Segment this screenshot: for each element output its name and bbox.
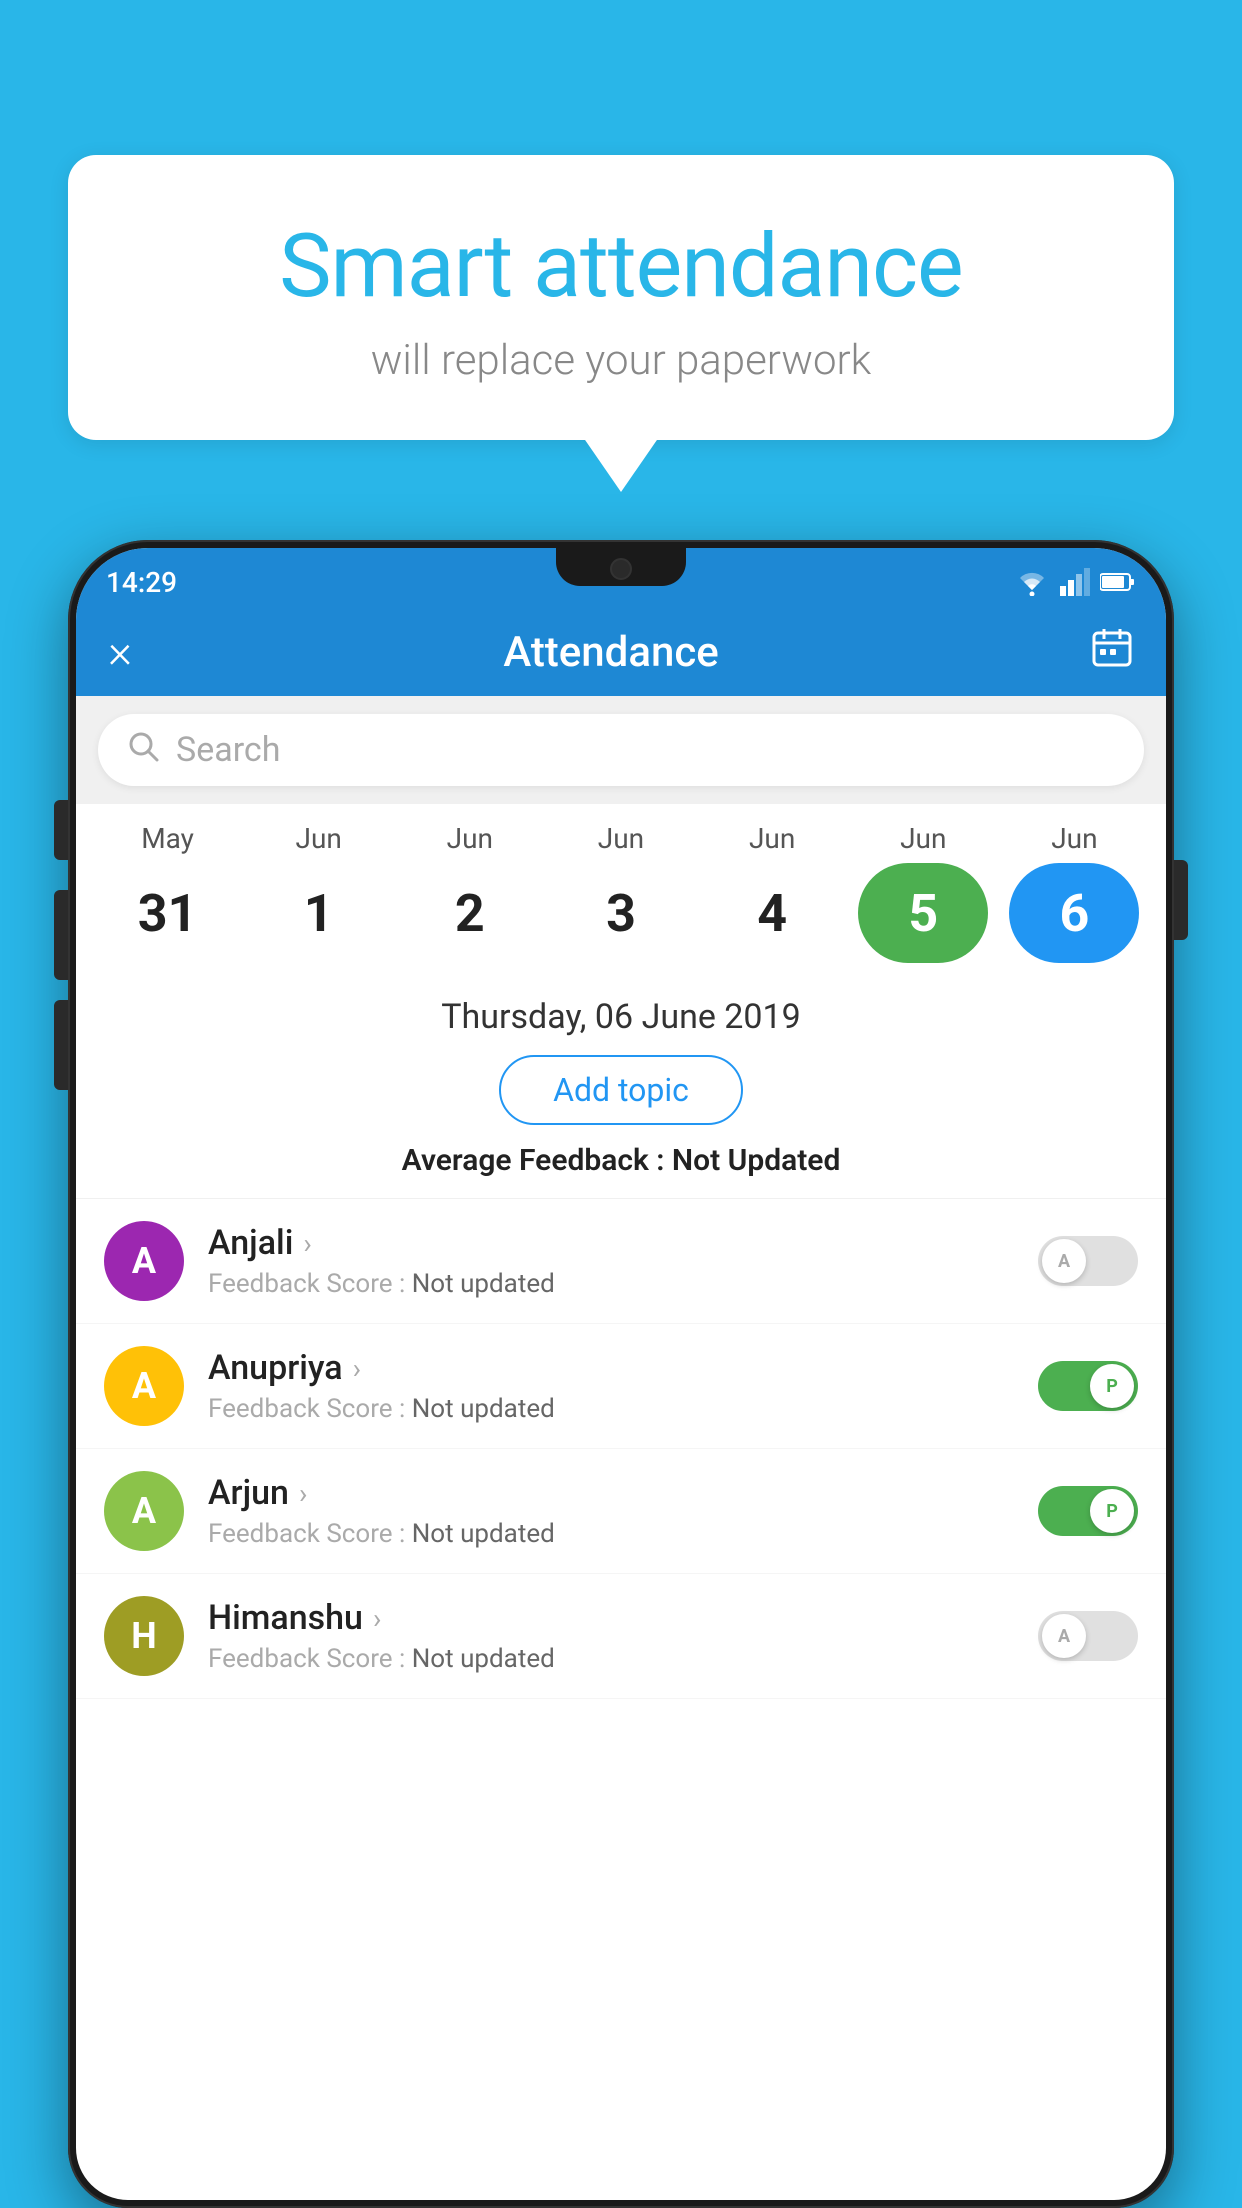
toggle-knob-anjali: A <box>1042 1239 1086 1283</box>
student-info-anupriya: Anupriya › Feedback Score : Not updated <box>208 1348 1038 1424</box>
toggle-anjali[interactable]: A <box>1038 1236 1138 1286</box>
student-name-arjun: Arjun <box>208 1473 289 1513</box>
date-row: 31 1 2 3 4 5 6 <box>76 863 1166 963</box>
battery-icon <box>1100 572 1136 592</box>
student-name-himanshu: Himanshu <box>208 1598 363 1638</box>
chevron-himanshu: › <box>373 1602 381 1635</box>
chevron-arjun: › <box>299 1477 307 1510</box>
student-item-anupriya[interactable]: A Anupriya › Feedback Score : Not update… <box>76 1324 1166 1449</box>
toggle-off-himanshu[interactable]: A <box>1038 1611 1138 1661</box>
toggle-knob-arjun: P <box>1090 1489 1134 1533</box>
selected-date-text: Thursday, 06 June 2019 <box>76 997 1166 1037</box>
feedback-score-anjali: Feedback Score : Not updated <box>208 1269 1038 1299</box>
month-3: Jun <box>556 822 686 855</box>
date-info-section: Thursday, 06 June 2019 Add topic Average… <box>76 975 1166 1199</box>
power-button[interactable] <box>1174 860 1188 940</box>
signal-icon <box>1060 568 1090 596</box>
student-name-row-himanshu: Himanshu › <box>208 1598 1038 1638</box>
toggle-knob-himanshu: A <box>1042 1614 1086 1658</box>
header-title: Attendance <box>503 628 718 677</box>
status-time: 14:29 <box>106 566 177 599</box>
bubble-subtitle: will replace your paperwork <box>118 336 1124 385</box>
feedback-score-anupriya: Feedback Score : Not updated <box>208 1394 1038 1424</box>
wifi-icon <box>1014 568 1050 596</box>
search-icon <box>126 729 160 772</box>
volume-up-button[interactable] <box>54 890 68 980</box>
chevron-anjali: › <box>303 1227 311 1260</box>
student-item-arjun[interactable]: A Arjun › Feedback Score : Not updated P <box>76 1449 1166 1574</box>
date-31[interactable]: 31 <box>103 863 233 963</box>
phone-frame: 14:29 <box>68 540 1174 2208</box>
calendar-icon[interactable] <box>1090 625 1134 679</box>
feedback-value: Not Updated <box>672 1143 840 1178</box>
bubble-title: Smart attendance <box>118 215 1124 318</box>
search-bar[interactable]: Search <box>98 714 1144 786</box>
student-list: A Anjali › Feedback Score : Not updated … <box>76 1199 1166 1699</box>
date-6-today[interactable]: 6 <box>1009 863 1139 963</box>
month-0: May <box>103 822 233 855</box>
feedback-label: Average Feedback : <box>402 1143 665 1178</box>
toggle-anupriya[interactable]: P <box>1038 1361 1138 1411</box>
student-item-himanshu[interactable]: H Himanshu › Feedback Score : Not update… <box>76 1574 1166 1699</box>
feedback-score-himanshu: Feedback Score : Not updated <box>208 1644 1038 1674</box>
avatar-anupriya: A <box>104 1346 184 1426</box>
phone-notch <box>556 548 686 586</box>
date-2[interactable]: 2 <box>405 863 535 963</box>
search-placeholder: Search <box>176 730 280 770</box>
date-1[interactable]: 1 <box>254 863 384 963</box>
student-name-anjali: Anjali <box>208 1223 293 1263</box>
status-icons <box>1014 568 1136 596</box>
volume-down-button[interactable] <box>54 1000 68 1090</box>
student-info-himanshu: Himanshu › Feedback Score : Not updated <box>208 1598 1038 1674</box>
toggle-off-anjali[interactable]: A <box>1038 1236 1138 1286</box>
speech-bubble: Smart attendance will replace your paper… <box>68 155 1174 440</box>
month-5: Jun <box>858 822 988 855</box>
month-4: Jun <box>707 822 837 855</box>
student-name-row-anjali: Anjali › <box>208 1223 1038 1263</box>
add-topic-button[interactable]: Add topic <box>499 1055 743 1125</box>
feedback-score-arjun: Feedback Score : Not updated <box>208 1519 1038 1549</box>
month-2: Jun <box>405 822 535 855</box>
avatar-anjali: A <box>104 1221 184 1301</box>
search-container: Search <box>76 696 1166 804</box>
student-name-anupriya: Anupriya <box>208 1348 343 1388</box>
mute-button[interactable] <box>54 800 68 860</box>
front-camera <box>610 558 632 580</box>
month-row: May Jun Jun Jun Jun Jun Jun <box>76 822 1166 855</box>
app-header: × Attendance <box>76 608 1166 696</box>
close-button[interactable]: × <box>108 625 132 679</box>
toggle-on-arjun[interactable]: P <box>1038 1486 1138 1536</box>
toggle-on-anupriya[interactable]: P <box>1038 1361 1138 1411</box>
student-info-anjali: Anjali › Feedback Score : Not updated <box>208 1223 1038 1299</box>
student-name-row-arjun: Arjun › <box>208 1473 1038 1513</box>
student-item-anjali[interactable]: A Anjali › Feedback Score : Not updated … <box>76 1199 1166 1324</box>
speech-bubble-container: Smart attendance will replace your paper… <box>68 155 1174 440</box>
student-name-row-anupriya: Anupriya › <box>208 1348 1038 1388</box>
phone-screen: 14:29 <box>76 548 1166 2200</box>
average-feedback: Average Feedback : Not Updated <box>76 1143 1166 1178</box>
toggle-knob-anupriya: P <box>1090 1364 1134 1408</box>
date-4[interactable]: 4 <box>707 863 837 963</box>
chevron-anupriya: › <box>353 1352 361 1385</box>
avatar-arjun: A <box>104 1471 184 1551</box>
month-6: Jun <box>1009 822 1139 855</box>
student-info-arjun: Arjun › Feedback Score : Not updated <box>208 1473 1038 1549</box>
calendar-strip: May Jun Jun Jun Jun Jun Jun 31 1 2 3 4 5… <box>76 804 1166 975</box>
toggle-arjun[interactable]: P <box>1038 1486 1138 1536</box>
date-3[interactable]: 3 <box>556 863 686 963</box>
date-5-selected[interactable]: 5 <box>858 863 988 963</box>
month-1: Jun <box>254 822 384 855</box>
avatar-himanshu: H <box>104 1596 184 1676</box>
toggle-himanshu[interactable]: A <box>1038 1611 1138 1661</box>
